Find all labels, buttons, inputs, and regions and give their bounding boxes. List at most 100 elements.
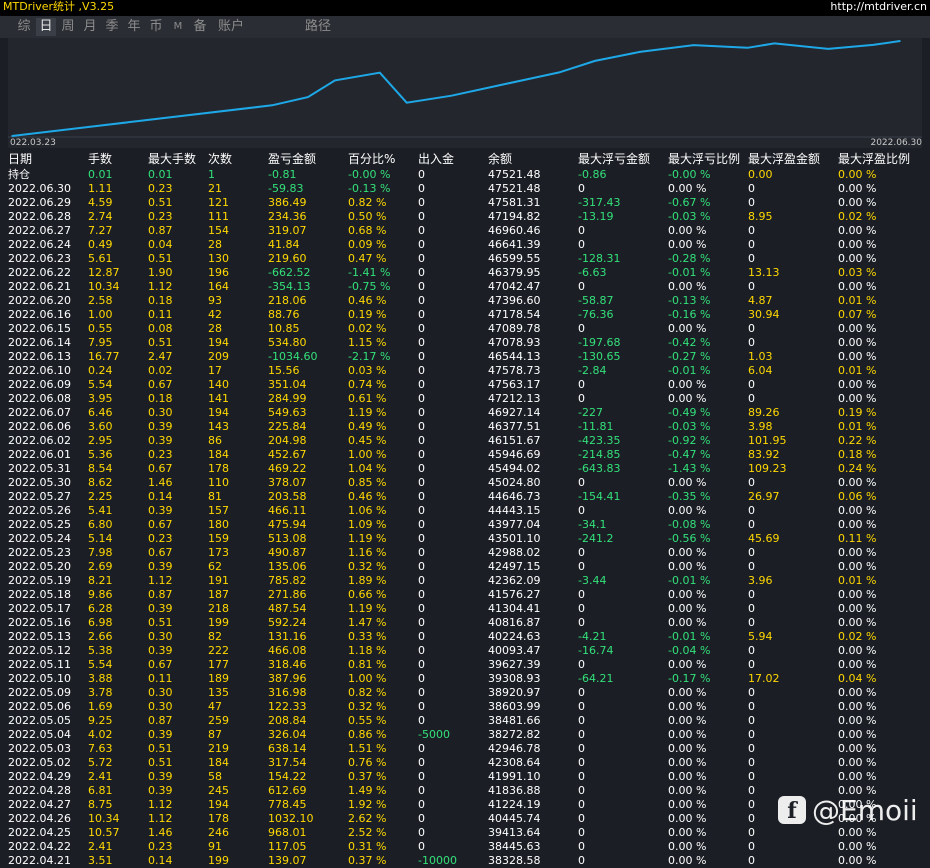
cell-max-float-loss-ratio: 0.00 % (668, 756, 707, 769)
table-row[interactable]: 2022.06.13 16.77 2.47 209 -1034.60 -2.17 % 0 46… (0, 350, 930, 364)
header-cash-flow[interactable]: 出入金 (418, 151, 454, 168)
header-max-float-profit-ratio[interactable]: 最大浮盈比例 (838, 151, 910, 168)
header-max-float-profit[interactable]: 最大浮盈金额 (748, 151, 820, 168)
table-row[interactable]: 2022.05.04 4.02 0.39 87 326.04 0.86 % -5000 382… (0, 728, 930, 742)
table-row[interactable]: 2022.04.29 2.41 0.39 58 154.22 0.37 % 0 41991.1… (0, 770, 930, 784)
header-lots[interactable]: 手数 (88, 151, 112, 168)
header-date[interactable]: 日期 (8, 151, 32, 168)
cell-date: 2022.05.24 (8, 532, 71, 545)
cell-balance: 40445.74 (488, 812, 541, 825)
table-row[interactable]: 2022.06.20 2.58 0.18 93 218.06 0.46 % 0 47396.6… (0, 294, 930, 308)
table-row[interactable]: 2022.05.25 6.80 0.67 180 475.94 1.09 % 0 43977.… (0, 518, 930, 532)
table-row[interactable]: 2022.06.01 5.36 0.23 184 452.67 1.00 % 0 45946.… (0, 448, 930, 462)
cell-max-lots: 0.39 (148, 784, 173, 797)
cell-max-lots: 0.08 (148, 322, 173, 335)
cell-max-float-loss: -214.85 (578, 448, 621, 461)
tab-path[interactable]: 路径 (300, 18, 336, 36)
table-row[interactable]: 2022.05.20 2.69 0.39 62 135.06 0.32 % 0 42497.1… (0, 560, 930, 574)
table-row[interactable]: 2022.06.16 1.00 0.11 42 88.76 0.19 % 0 47178.54… (0, 308, 930, 322)
table-row[interactable]: 2022.05.11 5.54 0.67 177 318.46 0.81 % 0 39627.… (0, 658, 930, 672)
table-row[interactable]: 2022.04.22 2.41 0.23 91 117.05 0.31 % 0 38445.6… (0, 840, 930, 854)
header-percent[interactable]: 百分比% (348, 151, 395, 168)
tab-week[interactable]: 周 (58, 18, 78, 36)
table-row[interactable]: 2022.05.30 8.62 1.46 110 378.07 0.85 % 0 45024.… (0, 476, 930, 490)
tab-quarter[interactable]: 季 (102, 18, 122, 36)
header-max-lots[interactable]: 最大手数 (148, 151, 196, 168)
tab-currency[interactable]: 币 (146, 18, 166, 36)
table-row[interactable]: 2022.06.08 3.95 0.18 141 284.99 0.61 % 0 47212.… (0, 392, 930, 406)
table-row[interactable]: 2022.05.16 6.98 0.51 199 592.24 1.47 % 0 40816.… (0, 616, 930, 630)
cell-percent: 1.47 % (348, 616, 387, 629)
table-row[interactable]: 2022.05.05 9.25 0.87 259 208.84 0.55 % 0 38481.… (0, 714, 930, 728)
table-row[interactable]: 2022.06.21 10.34 1.12 164 -354.13 -0.75 % 0 470… (0, 280, 930, 294)
table-row[interactable]: 2022.05.27 2.25 0.14 81 203.58 0.46 % 0 44646.7… (0, 490, 930, 504)
table-row[interactable]: 2022.05.18 9.86 0.87 187 271.86 0.66 % 0 41576.… (0, 588, 930, 602)
table-row[interactable]: 2022.05.13 2.66 0.30 82 131.16 0.33 % 0 40224.6… (0, 630, 930, 644)
table-row[interactable]: 2022.05.06 1.69 0.30 47 122.33 0.32 % 0 38603.9… (0, 700, 930, 714)
cell-profit: -662.52 (268, 266, 311, 279)
cell-max-float-loss: 0 (578, 224, 585, 237)
tab-account[interactable]: 账户 (214, 18, 248, 36)
header-max-float-loss[interactable]: 最大浮亏金额 (578, 151, 650, 168)
tab-m[interactable]: M (170, 18, 186, 36)
header-max-float-loss-ratio[interactable]: 最大浮亏比例 (668, 151, 740, 168)
table-row[interactable]: 2022.06.30 1.11 0.23 21 -59.83 -0.13 % 0 47521.… (0, 182, 930, 196)
table-row[interactable]: 2022.05.31 8.54 0.67 178 469.22 1.04 % 0 45494.… (0, 462, 930, 476)
cell-max-float-profit-ratio: 0.00 % (838, 336, 877, 349)
cell-cash-flow: 0 (418, 756, 425, 769)
table-row[interactable]: 2022.05.12 5.38 0.39 222 466.08 1.18 % 0 40093.… (0, 644, 930, 658)
cell-count: 93 (208, 294, 222, 307)
table-row[interactable]: 2022.05.23 7.98 0.67 173 490.87 1.16 % 0 42988.… (0, 546, 930, 560)
cell-date: 2022.06.06 (8, 420, 71, 433)
cell-date: 2022.06.07 (8, 406, 71, 419)
cell-profit: 513.08 (268, 532, 307, 545)
holding-row[interactable]: 持仓 0.01 0.01 1 -0.81 -0.00 % 0 47521.48 -0.86 -0.… (0, 168, 930, 182)
cell-balance: 44646.73 (488, 490, 541, 503)
table-row[interactable]: 2022.05.03 7.63 0.51 219 638.14 1.51 % 0 42946.… (0, 742, 930, 756)
table-row[interactable]: 2022.06.22 12.87 1.90 196 -662.52 -1.41 % 0 463… (0, 266, 930, 280)
cell-cash-flow: 0 (418, 630, 425, 643)
cell-lots: 16.77 (88, 350, 120, 363)
table-row[interactable]: 2022.06.24 0.49 0.04 28 41.84 0.09 % 0 46641.39… (0, 238, 930, 252)
table-row[interactable]: 2022.06.07 6.46 0.30 194 549.63 1.19 % 0 46927.… (0, 406, 930, 420)
table-row[interactable]: 2022.05.26 5.41 0.39 157 466.11 1.06 % 0 44443.… (0, 504, 930, 518)
table-row[interactable]: 2022.06.09 5.54 0.67 140 351.04 0.74 % 0 47563.… (0, 378, 930, 392)
table-row[interactable]: 2022.06.10 0.24 0.02 17 15.56 0.03 % 0 47578.73… (0, 364, 930, 378)
table-row[interactable]: 2022.04.21 3.51 0.14 199 139.07 0.37 % -10000 3… (0, 854, 930, 868)
table-row[interactable]: 2022.06.23 5.61 0.51 130 219.60 0.47 % 0 46599.… (0, 252, 930, 266)
header-balance[interactable]: 余额 (488, 151, 512, 168)
cell-profit: 326.04 (268, 728, 307, 741)
tab-month[interactable]: 月 (80, 18, 100, 36)
cell-max-float-profit: 0 (748, 560, 755, 573)
cell-max-float-profit: 0 (748, 700, 755, 713)
table-row[interactable]: 2022.06.06 3.60 0.39 143 225.84 0.49 % 0 46377.… (0, 420, 930, 434)
cell-max-float-profit: 0 (748, 756, 755, 769)
app-url-link[interactable]: http://mtdriver.cn (830, 0, 927, 14)
cell-max-float-loss-ratio: 0.00 % (668, 686, 707, 699)
table-row[interactable]: 2022.06.02 2.95 0.39 86 204.98 0.45 % 0 46151.6… (0, 434, 930, 448)
table-row[interactable]: 2022.06.29 4.59 0.51 121 386.49 0.82 % 0 47581.… (0, 196, 930, 210)
tab-day[interactable]: 日 (36, 18, 56, 36)
header-count[interactable]: 次数 (208, 151, 232, 168)
table-row[interactable]: 2022.06.28 2.74 0.23 111 234.36 0.50 % 0 47194.… (0, 210, 930, 224)
table-row[interactable]: 2022.05.24 5.14 0.23 159 513.08 1.19 % 0 43501.… (0, 532, 930, 546)
table-row[interactable]: 2022.05.17 6.28 0.39 218 487.54 1.19 % 0 41304.… (0, 602, 930, 616)
table-row[interactable]: 2022.05.09 3.78 0.30 135 316.98 0.82 % 0 38920.… (0, 686, 930, 700)
tab-year[interactable]: 年 (124, 18, 144, 36)
table-row[interactable]: 2022.05.02 5.72 0.51 184 317.54 0.76 % 0 42308.… (0, 756, 930, 770)
cell-balance: 46377.51 (488, 420, 541, 433)
table-row[interactable]: 2022.06.27 7.27 0.87 154 319.07 0.68 % 0 46960.… (0, 224, 930, 238)
cell-percent: 0.55 % (348, 714, 387, 727)
tab-summary[interactable]: 综 (14, 18, 34, 36)
cell-balance: 38328.58 (488, 854, 541, 867)
table-row[interactable]: 2022.05.10 3.88 0.11 189 387.96 1.00 % 0 39308.… (0, 672, 930, 686)
table-row[interactable]: 2022.06.15 0.55 0.08 28 10.85 0.02 % 0 47089.78… (0, 322, 930, 336)
cell-percent: 1.18 % (348, 644, 387, 657)
table-row[interactable]: 2022.06.14 7.95 0.51 194 534.80 1.15 % 0 47078.… (0, 336, 930, 350)
header-profit[interactable]: 盈亏金额 (268, 151, 316, 168)
cell-balance: 38445.63 (488, 840, 541, 853)
table-row[interactable]: 2022.05.19 8.21 1.12 191 785.82 1.89 % 0 42362.… (0, 574, 930, 588)
tab-backup[interactable]: 备 (190, 18, 210, 36)
cell-count: 209 (208, 350, 229, 363)
cell-percent: 1.19 % (348, 532, 387, 545)
